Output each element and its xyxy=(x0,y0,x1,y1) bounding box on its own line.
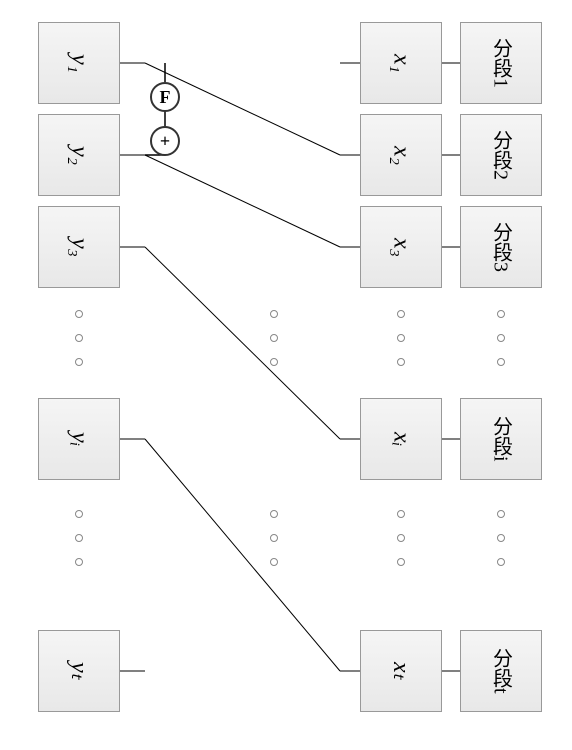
y-box-i: yᵢ xyxy=(38,398,120,480)
x-box-t: xₜ xyxy=(360,630,442,712)
ellipsis-dots xyxy=(75,510,83,566)
ellipsis-dots xyxy=(397,310,405,366)
seg-box-i: 分段i xyxy=(460,398,542,480)
x-box-2: x₂ xyxy=(360,114,442,196)
y-box-3: y₃ xyxy=(38,206,120,288)
op-F-label: F xyxy=(160,87,171,108)
seg-box-t: 分段t xyxy=(460,630,542,712)
x-label: xₜ xyxy=(387,662,415,680)
y-label: y₂ xyxy=(66,146,93,165)
ellipsis-dots xyxy=(75,310,83,366)
seg-box-1: 分段1 xyxy=(460,22,542,104)
x-box-1: x₁ xyxy=(360,22,442,104)
y-label: yᵢ xyxy=(66,432,93,446)
y-box-2: y₂ xyxy=(38,114,120,196)
y-label: y₃ xyxy=(66,238,93,257)
seg-label: 分段3 xyxy=(487,222,516,272)
x-label: x₂ xyxy=(388,146,415,165)
y-label: y₁ xyxy=(66,54,93,73)
seg-box-2: 分段2 xyxy=(460,114,542,196)
op-plus: + xyxy=(150,126,180,156)
x-label: xᵢ xyxy=(388,432,415,446)
op-plus-label: + xyxy=(160,131,170,152)
ellipsis-dots xyxy=(270,310,278,366)
y-box-t: yₜ xyxy=(38,630,120,712)
op-F: F xyxy=(150,82,180,112)
seg-label: 分段2 xyxy=(487,130,516,180)
ellipsis-dots xyxy=(497,310,505,366)
y-label: yₜ xyxy=(65,662,93,680)
seg-label: 分段t xyxy=(487,648,516,694)
x-label: x₁ xyxy=(388,54,415,73)
seg-box-3: 分段3 xyxy=(460,206,542,288)
x-box-3: x₃ xyxy=(360,206,442,288)
x-label: x₃ xyxy=(388,238,415,257)
y-box-1: y₁ xyxy=(38,22,120,104)
ellipsis-dots xyxy=(497,510,505,566)
seg-label: 分段i xyxy=(487,416,516,462)
seg-label: 分段1 xyxy=(487,38,516,88)
ellipsis-dots xyxy=(270,510,278,566)
x-box-i: xᵢ xyxy=(360,398,442,480)
ellipsis-dots xyxy=(397,510,405,566)
